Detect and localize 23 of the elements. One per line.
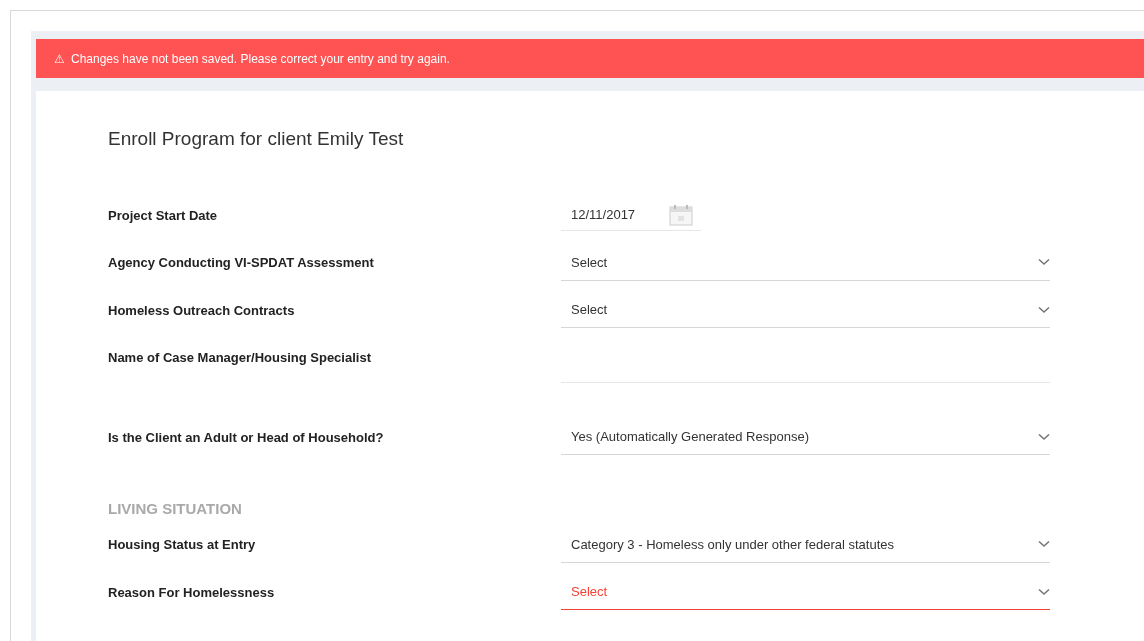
field-label: Is the Client an Adult or Head of Household? [108,428,385,447]
chevron-down-icon [1038,305,1050,314]
form-title: Enroll Program for client Emily Test [108,127,405,151]
field-label: Housing Status at Entry [108,536,257,554]
field-label: Agency Conducting VI-SPDAT Assessment [108,254,375,272]
section-heading: LIVING SITUATION [108,498,242,519]
select-dropdown[interactable]: Select [561,574,1050,611]
field-label: Project Start Date [108,206,219,225]
date-field[interactable]: 12/11/2017 [561,199,701,232]
select-dropdown[interactable]: Select [561,292,1050,329]
chevron-down-icon [1038,540,1050,549]
select-dropdown[interactable]: Yes (Automatically Generated Response) [561,419,1050,456]
chevron-down-icon [1038,258,1050,267]
chevron-down-icon [1038,432,1050,441]
chevron-down-icon [1038,587,1050,596]
warning-icon: ⚠ [54,52,65,65]
field-label: Homeless Outreach Contracts [108,301,296,320]
calendar-icon[interactable] [669,203,693,226]
field-label: Reason For Homelessness [108,583,276,602]
select-dropdown[interactable]: Category 3 - Homeless only under other federal statutes [561,526,1050,563]
error-message: Changes have not been saved. Please correct your entry and try again. [71,50,450,68]
select-dropdown[interactable]: Select [561,244,1050,281]
field-label: Name of Case Manager/Housing Specialist [108,349,372,367]
